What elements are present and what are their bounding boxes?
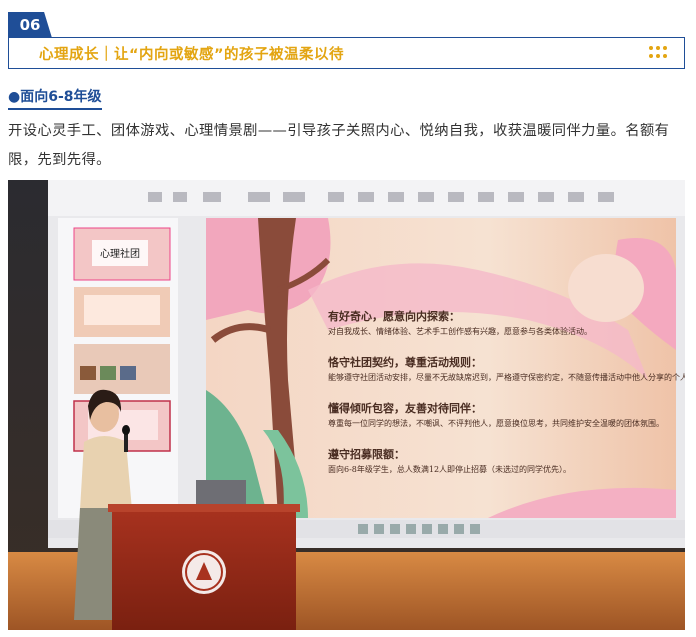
slide-item-desc: 面向6-8年级学生，总人数满12人即停止招募（未选过的同学优先）。 — [328, 464, 571, 474]
description-paragraph: 开设心灵手工、团体游戏、心理情景剧——引导孩子关照内心、悦纳自我，收获温暖同伴力… — [8, 123, 670, 168]
slide-item-heading: 遵守招募限额： — [328, 447, 405, 461]
slide-item-desc: 尊重每一位同学的想法，不嘲讽、不评判他人，愿意换位思考，共同维护安全温暖的团体氛… — [328, 418, 664, 428]
thumb-title: 心理社团 — [100, 247, 140, 260]
slide-item-heading: 懂得倾听包容，友善对待同伴： — [328, 401, 482, 415]
section-number: 06 — [19, 16, 41, 34]
section-number-badge: 06 — [8, 12, 52, 38]
audience-subheading: ●面向6-8年级 — [8, 86, 102, 110]
section-title-bar: 心理成长｜让“内向或敏感”的孩子被温柔以待 — [8, 37, 685, 69]
presentation-photo: 心理社团 有好奇心，愿意向内探索： 对自我成长、情绪体验、艺术手工创作感有兴趣，… — [8, 180, 685, 630]
section-title: 心理成长｜让“内向或敏感”的孩子被温柔以待 — [39, 46, 345, 63]
slide-item-desc: 能够遵守社团活动安排，尽量不无故缺席迟到，严格遵守保密约定，不随意传播活动中他人… — [328, 372, 685, 382]
slide-item-desc: 对自我成长、情绪体验、艺术手工创作感有兴趣，愿意参与各类体验活动。 — [328, 326, 592, 336]
slide-item-heading: 恪守社团契约，尊重活动规则： — [327, 355, 482, 369]
slide-item-heading: 有好奇心，愿意向内探索： — [328, 309, 460, 323]
dots-grid-icon — [649, 46, 669, 59]
